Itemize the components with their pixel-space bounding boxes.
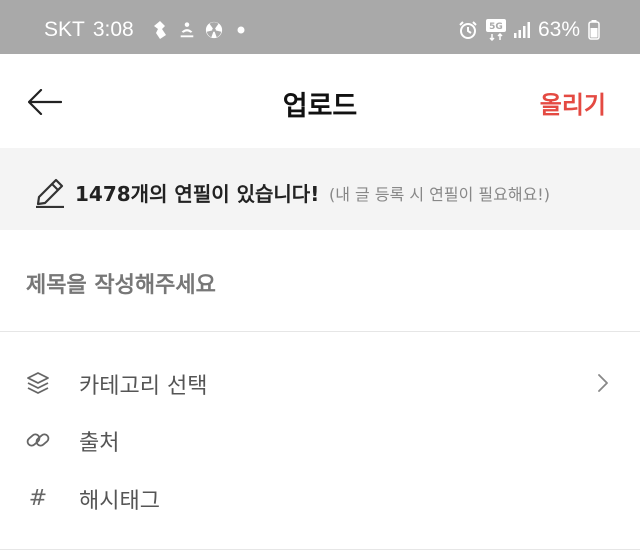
title-input[interactable] <box>26 268 616 302</box>
battery-icon <box>588 20 600 40</box>
divider <box>0 549 640 550</box>
clock: 3:08 <box>92 18 134 41</box>
hashtag-label: 해시태그 <box>79 489 160 514</box>
network-label: 5G <box>489 22 503 32</box>
5g-icon: 5G <box>485 19 506 41</box>
pencil-icon <box>34 176 66 209</box>
alarm-icon <box>458 20 478 40</box>
status-right: 5G 63% <box>450 15 600 45</box>
upload-button[interactable]: 올리기 <box>540 85 606 120</box>
source-label: 출처 <box>79 431 120 456</box>
layers-icon <box>25 370 51 396</box>
chevron-right-icon <box>596 372 610 394</box>
divider <box>0 331 640 332</box>
dot-icon <box>232 21 250 39</box>
status-bar: SKT 3:08 5G 63% <box>0 0 640 54</box>
radiation-icon <box>205 21 223 39</box>
app-notification-icon <box>151 21 169 39</box>
yoga-icon <box>178 21 196 39</box>
app-header: 업로드 올리기 <box>0 54 640 148</box>
source-row[interactable]: 출처 <box>0 413 640 469</box>
signal-icon <box>513 22 530 38</box>
hashtag-row[interactable]: # 해시태그 <box>0 471 640 527</box>
pencil-hint-text: (내 글 등록 시 연필이 필요해요!) <box>329 185 550 204</box>
pencil-count-banner: 1478개의 연필이 있습니다! (내 글 등록 시 연필이 필요해요!) <box>0 148 640 230</box>
link-icon <box>25 427 51 453</box>
battery-percent: 63% <box>537 18 580 41</box>
category-label: 카테고리 선택 <box>79 374 208 399</box>
pencil-count-text: 1478개의 연필이 있습니다! <box>75 182 320 206</box>
status-left: SKT 3:08 <box>44 15 250 45</box>
category-select-row[interactable]: 카테고리 선택 <box>0 356 640 412</box>
hashtag-icon: # <box>28 485 48 511</box>
carrier-label: SKT <box>44 18 85 41</box>
